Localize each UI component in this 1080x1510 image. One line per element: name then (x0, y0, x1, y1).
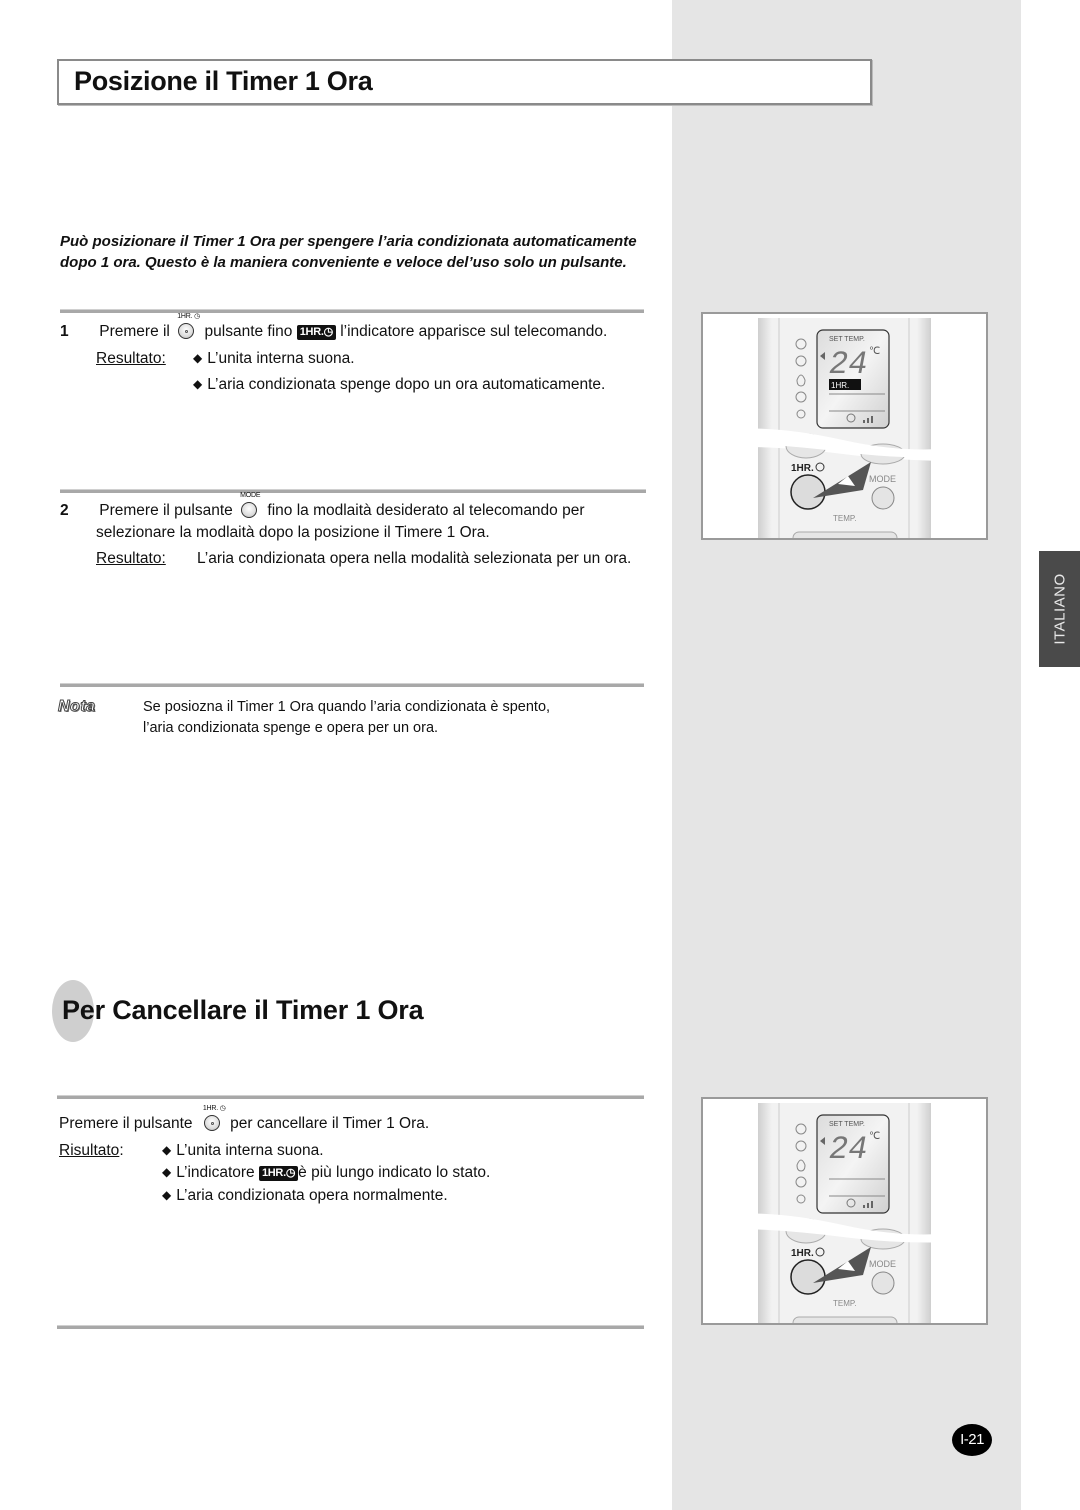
divider (60, 683, 644, 687)
result-label: Resultato: (96, 550, 166, 567)
note-text-line-2: l’aria condizionata spenge e opera per u… (143, 720, 439, 736)
result-item: ◆ L’indicatore 1HR.◷ è più lungo indicato … (162, 1164, 491, 1181)
temp-label: TEMP. (833, 514, 856, 523)
1hr-button-label: 1HR. (791, 1248, 814, 1259)
diamond-bullet-icon: ◆ (193, 377, 203, 391)
note-text-line-1: Se posiozna il Timer 1 Ora quando l’aria… (143, 699, 551, 715)
mode-button-icon: MODE (240, 492, 261, 518)
divider (60, 309, 644, 313)
mode-label: MODE (869, 474, 896, 484)
remote-control-image: SET TEMP. 24 ℃ 1HR. 1HR. MODE TEMP. (703, 318, 986, 538)
step-1-line: 1 Premere il 1HR. ◷ pulsante fino 1HR.◷ … (60, 313, 608, 340)
celsius-unit: ℃ (869, 1131, 880, 1142)
language-tab-label: ITALIANO (1051, 573, 1069, 645)
divider (60, 489, 646, 493)
remote-illustration-2: SET TEMP. 24 ℃ 1HR. MODE TEMP. (701, 1097, 988, 1325)
note-label: Nota (58, 698, 96, 716)
remote-illustration-1: SET TEMP. 24 ℃ 1HR. 1HR. MODE TEMP. (701, 312, 988, 540)
1hr-indicator-icon: 1HR.◷ (296, 325, 336, 340)
page-title: Posizione il Timer 1 Ora (74, 66, 373, 96)
result-item: ◆ L’aria condizionata opera normalmente. (162, 1187, 448, 1204)
set-temp-label: SET TEMP. (829, 336, 865, 343)
section-title-box: Posizione il Timer 1 Ora (57, 59, 872, 105)
svg-text:1HR.: 1HR. (831, 381, 849, 390)
mode-button (871, 486, 895, 510)
result-label: Resultato: (96, 350, 166, 367)
language-tab: ITALIANO (1038, 551, 1080, 667)
temperature-value: 24 (829, 1131, 867, 1168)
remote-control-image: SET TEMP. 24 ℃ 1HR. MODE TEMP. (703, 1103, 986, 1323)
divider (57, 1325, 644, 1329)
temperature-value: 24 (829, 346, 867, 383)
step-number: 1 (60, 323, 69, 340)
intro-paragraph: Può posizionare il Timer 1 Ora per speng… (60, 233, 637, 271)
set-temp-label: SET TEMP. (829, 1121, 865, 1128)
step-2-line: 2 Premere il pulsante MODE fino la modla… (60, 492, 585, 519)
mode-button (871, 1271, 895, 1295)
diamond-bullet-icon: ◆ (162, 1188, 172, 1202)
temp-label: TEMP. (833, 1299, 856, 1308)
1hr-timer-button-icon: 1HR. ◷ (177, 313, 200, 339)
result-item: ◆ L’unita interna suona. (193, 350, 355, 367)
celsius-unit: ℃ (869, 346, 880, 357)
1hr-button (790, 1259, 826, 1295)
page-number: I-21 (952, 1424, 992, 1456)
diamond-bullet-icon: ◆ (162, 1165, 172, 1179)
1hr-timer-button-icon: 1HR. ◷ (203, 1105, 226, 1131)
diamond-bullet-icon: ◆ (162, 1143, 172, 1157)
1hr-button-label: 1HR. (791, 463, 814, 474)
result-item: ◆ L’aria condizionata spenge dopo un ora … (193, 376, 606, 393)
step-number: 2 (60, 502, 69, 519)
cancel-instruction: Premere il pulsante 1HR. ◷ per cancellar… (59, 1105, 430, 1132)
1hr-button (790, 474, 826, 510)
section-2-title: Per Cancellare il Timer 1 Ora (62, 995, 424, 1025)
divider (57, 1095, 644, 1099)
diamond-bullet-icon: ◆ (193, 351, 203, 365)
mode-label: MODE (869, 1259, 896, 1269)
result-label: Risultato: (59, 1142, 124, 1159)
result-item: ◆ L’unita interna suona. (162, 1142, 324, 1159)
step-2-line-2: selezionare la modlaità dopo la posizion… (96, 524, 490, 541)
1hr-indicator-icon: 1HR.◷ (258, 1166, 299, 1181)
result-item: L’aria condizionata opera nella modalità… (197, 550, 632, 567)
